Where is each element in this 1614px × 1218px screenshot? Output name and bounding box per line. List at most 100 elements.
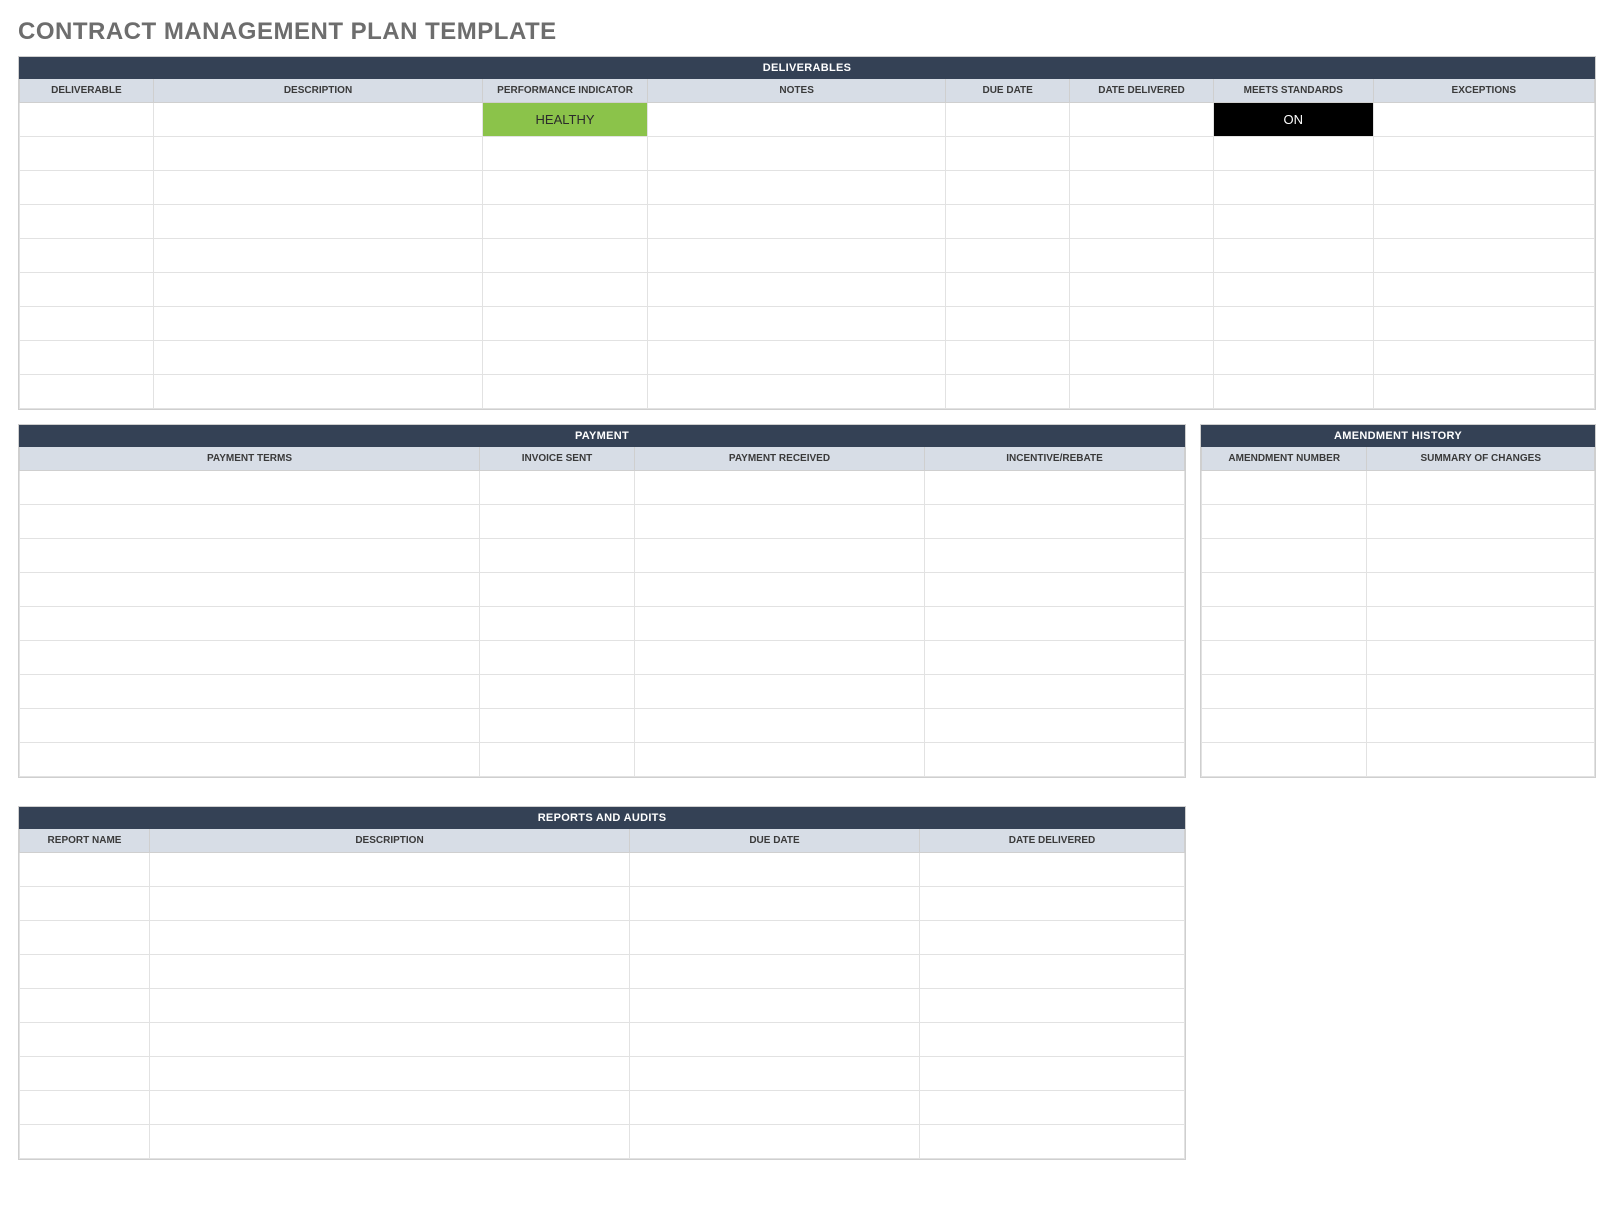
deliverables-cell[interactable] bbox=[20, 273, 154, 307]
deliverables-cell[interactable] bbox=[20, 171, 154, 205]
payment-cell[interactable] bbox=[480, 709, 635, 743]
deliverables-cell[interactable] bbox=[1373, 341, 1594, 375]
reports-cell[interactable] bbox=[920, 989, 1185, 1023]
amendment-cell[interactable] bbox=[1202, 743, 1367, 777]
deliverables-cell[interactable] bbox=[946, 205, 1070, 239]
deliverables-cell[interactable] bbox=[483, 239, 648, 273]
reports-cell[interactable] bbox=[920, 887, 1185, 921]
deliverables-cell[interactable] bbox=[946, 103, 1070, 137]
reports-cell[interactable] bbox=[150, 1091, 630, 1125]
amendment-cell[interactable] bbox=[1202, 505, 1367, 539]
deliverables-cell[interactable] bbox=[483, 171, 648, 205]
deliverables-cell[interactable] bbox=[153, 103, 482, 137]
deliverables-cell[interactable] bbox=[20, 205, 154, 239]
deliverables-cell[interactable] bbox=[153, 239, 482, 273]
deliverables-cell[interactable] bbox=[483, 273, 648, 307]
deliverables-cell[interactable] bbox=[647, 341, 946, 375]
payment-cell[interactable] bbox=[925, 743, 1185, 777]
payment-cell[interactable] bbox=[20, 573, 480, 607]
amendment-cell[interactable] bbox=[1202, 675, 1367, 709]
reports-cell[interactable] bbox=[150, 887, 630, 921]
deliverables-cell[interactable] bbox=[647, 103, 946, 137]
deliverables-cell[interactable] bbox=[153, 307, 482, 341]
payment-cell[interactable] bbox=[20, 709, 480, 743]
deliverables-cell[interactable] bbox=[1214, 239, 1374, 273]
reports-cell[interactable] bbox=[150, 921, 630, 955]
deliverables-cell[interactable] bbox=[483, 307, 648, 341]
amendment-cell[interactable] bbox=[1202, 573, 1367, 607]
payment-cell[interactable] bbox=[480, 573, 635, 607]
deliverables-cell[interactable] bbox=[153, 341, 482, 375]
reports-cell[interactable] bbox=[630, 1057, 920, 1091]
payment-cell[interactable] bbox=[480, 471, 635, 505]
payment-cell[interactable] bbox=[480, 607, 635, 641]
deliverables-cell[interactable] bbox=[1069, 103, 1213, 137]
deliverables-cell[interactable] bbox=[1373, 205, 1594, 239]
payment-cell[interactable] bbox=[480, 743, 635, 777]
deliverables-cell[interactable] bbox=[1214, 171, 1374, 205]
payment-cell[interactable] bbox=[635, 709, 925, 743]
deliverables-cell[interactable] bbox=[483, 341, 648, 375]
deliverables-cell[interactable] bbox=[20, 103, 154, 137]
deliverables-cell[interactable] bbox=[647, 307, 946, 341]
amendment-cell[interactable] bbox=[1367, 709, 1595, 743]
payment-cell[interactable] bbox=[20, 505, 480, 539]
reports-cell[interactable] bbox=[150, 1125, 630, 1159]
deliverables-cell[interactable] bbox=[1069, 375, 1213, 409]
reports-cell[interactable] bbox=[630, 955, 920, 989]
deliverables-cell[interactable] bbox=[1373, 137, 1594, 171]
reports-cell[interactable] bbox=[920, 853, 1185, 887]
deliverables-cell[interactable] bbox=[20, 341, 154, 375]
deliverables-cell[interactable]: HEALTHY bbox=[483, 103, 648, 137]
reports-cell[interactable] bbox=[920, 1023, 1185, 1057]
payment-cell[interactable] bbox=[635, 743, 925, 777]
reports-cell[interactable] bbox=[920, 921, 1185, 955]
reports-cell[interactable] bbox=[630, 887, 920, 921]
deliverables-cell[interactable] bbox=[946, 307, 1070, 341]
reports-cell[interactable] bbox=[920, 1091, 1185, 1125]
deliverables-cell[interactable]: ON bbox=[1214, 103, 1374, 137]
deliverables-cell[interactable] bbox=[647, 273, 946, 307]
reports-cell[interactable] bbox=[630, 1023, 920, 1057]
deliverables-cell[interactable] bbox=[946, 171, 1070, 205]
deliverables-cell[interactable] bbox=[20, 137, 154, 171]
deliverables-cell[interactable] bbox=[1373, 273, 1594, 307]
deliverables-cell[interactable] bbox=[483, 137, 648, 171]
amendment-cell[interactable] bbox=[1202, 709, 1367, 743]
payment-cell[interactable] bbox=[925, 505, 1185, 539]
amendment-cell[interactable] bbox=[1367, 505, 1595, 539]
amendment-cell[interactable] bbox=[1367, 573, 1595, 607]
deliverables-cell[interactable] bbox=[153, 375, 482, 409]
deliverables-cell[interactable] bbox=[1069, 171, 1213, 205]
payment-cell[interactable] bbox=[20, 471, 480, 505]
deliverables-cell[interactable] bbox=[1069, 239, 1213, 273]
deliverables-cell[interactable] bbox=[1069, 341, 1213, 375]
payment-cell[interactable] bbox=[480, 539, 635, 573]
payment-cell[interactable] bbox=[635, 539, 925, 573]
reports-cell[interactable] bbox=[150, 955, 630, 989]
payment-cell[interactable] bbox=[635, 675, 925, 709]
payment-cell[interactable] bbox=[635, 471, 925, 505]
deliverables-cell[interactable] bbox=[647, 171, 946, 205]
deliverables-cell[interactable] bbox=[1373, 171, 1594, 205]
deliverables-cell[interactable] bbox=[20, 307, 154, 341]
reports-cell[interactable] bbox=[20, 989, 150, 1023]
payment-cell[interactable] bbox=[20, 641, 480, 675]
deliverables-cell[interactable] bbox=[1373, 103, 1594, 137]
reports-cell[interactable] bbox=[20, 887, 150, 921]
payment-cell[interactable] bbox=[925, 675, 1185, 709]
deliverables-cell[interactable] bbox=[153, 171, 482, 205]
payment-cell[interactable] bbox=[925, 573, 1185, 607]
reports-cell[interactable] bbox=[630, 989, 920, 1023]
reports-cell[interactable] bbox=[20, 921, 150, 955]
deliverables-cell[interactable] bbox=[20, 375, 154, 409]
deliverables-cell[interactable] bbox=[1373, 307, 1594, 341]
reports-cell[interactable] bbox=[630, 921, 920, 955]
reports-cell[interactable] bbox=[920, 1125, 1185, 1159]
payment-cell[interactable] bbox=[20, 539, 480, 573]
deliverables-cell[interactable] bbox=[1214, 205, 1374, 239]
amendment-cell[interactable] bbox=[1202, 641, 1367, 675]
reports-cell[interactable] bbox=[150, 1023, 630, 1057]
reports-cell[interactable] bbox=[150, 853, 630, 887]
reports-cell[interactable] bbox=[20, 1125, 150, 1159]
